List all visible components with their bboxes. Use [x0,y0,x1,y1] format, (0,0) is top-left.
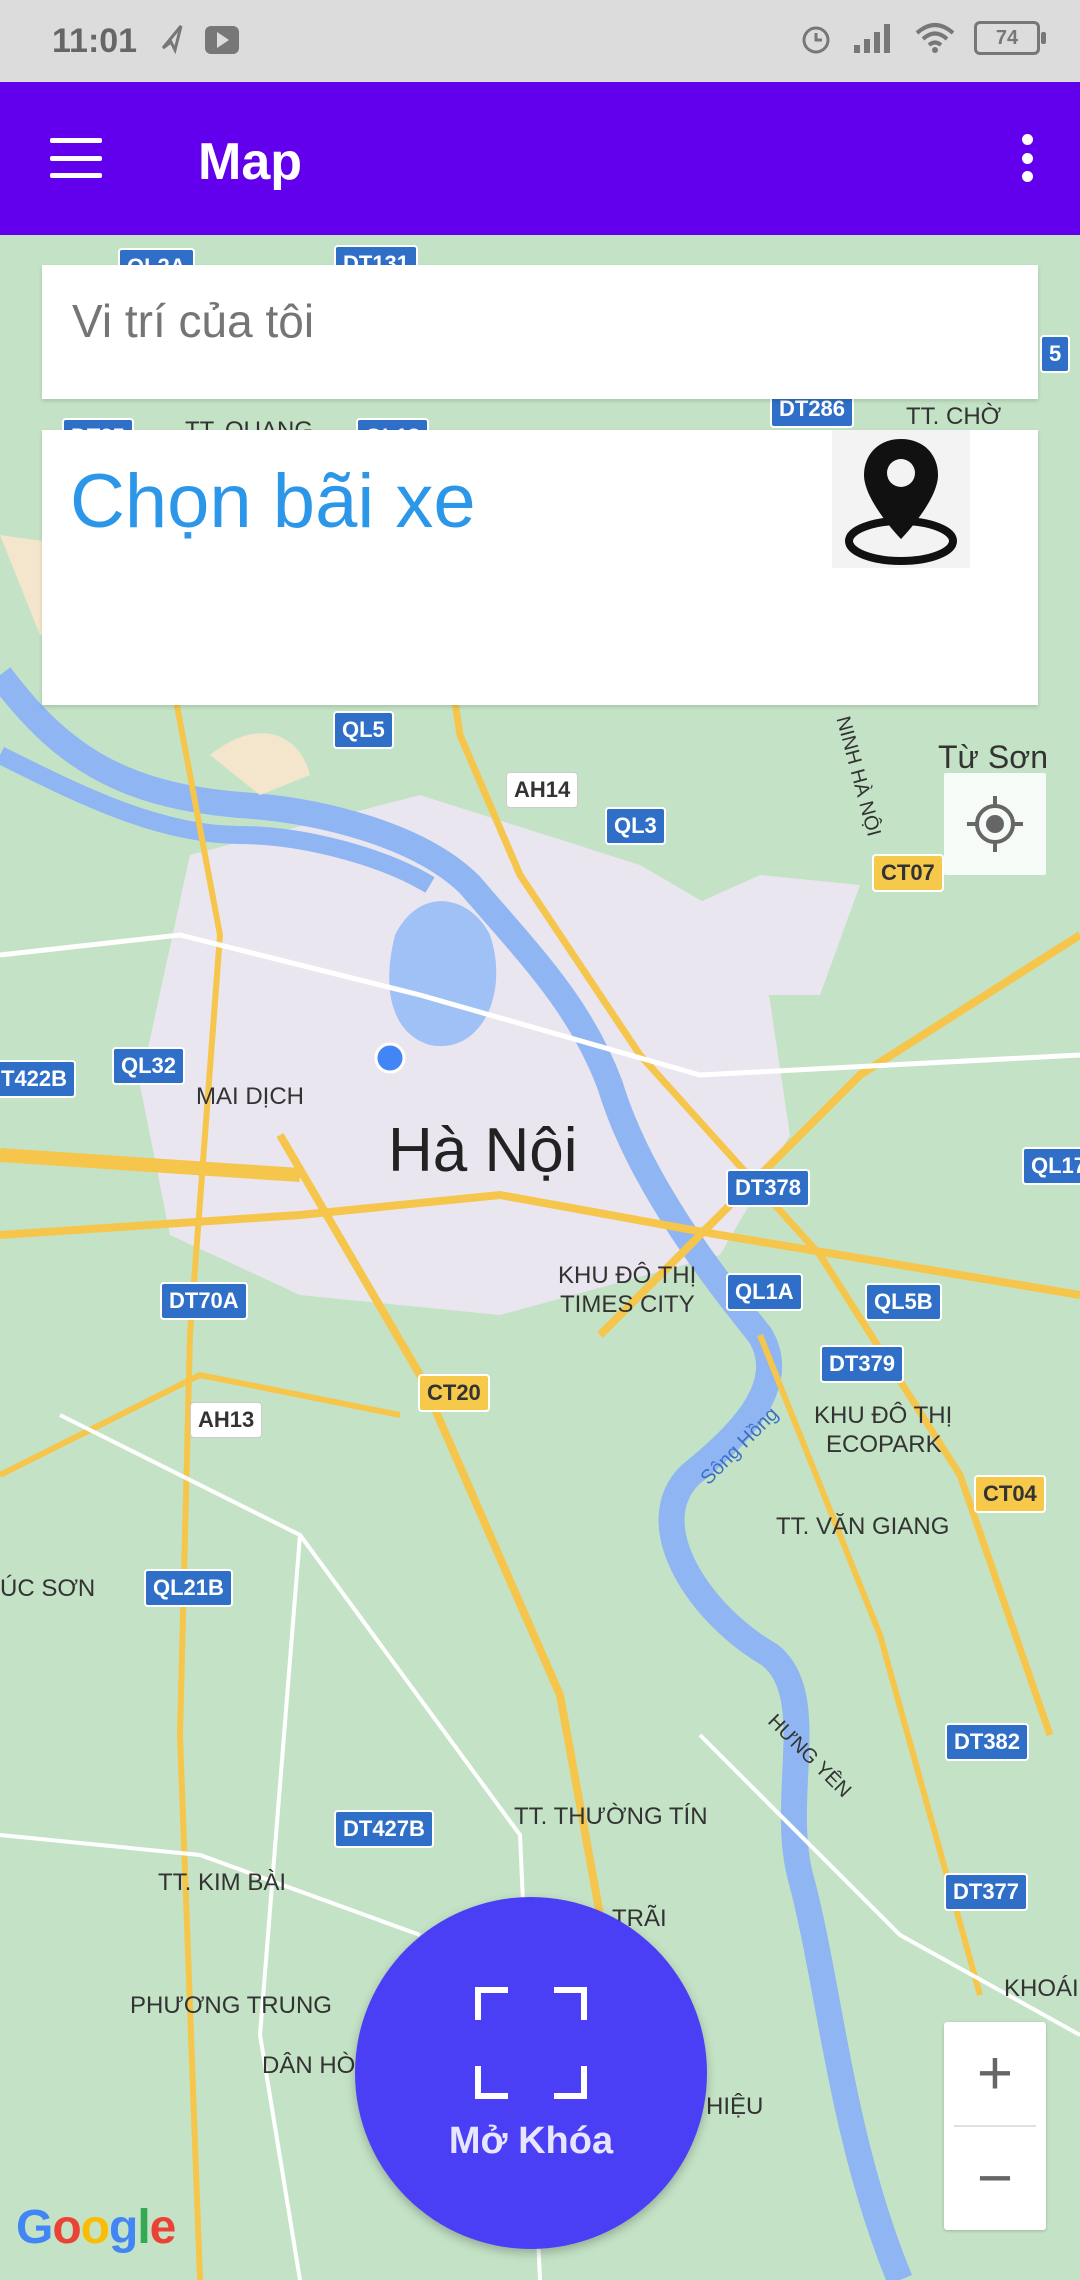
road-badge: QL5 [333,711,394,749]
location-pin-icon [845,439,957,565]
choose-parking-label: Chọn bãi xe [70,459,476,544]
place-label: ECOPARK [826,1431,942,1458]
place-label: PHƯƠNG TRUNG [130,1992,332,2019]
place-label: TT. KIM BÀI [158,1869,287,1896]
my-location-button[interactable] [944,773,1046,875]
navigation-icon [161,25,183,55]
road-badge: CT07 [872,854,944,892]
battery-indicator: 74 [974,21,1046,55]
road-badge: QL21B [144,1569,233,1607]
place-label: DÂN HÒ [262,2052,356,2079]
place-label: Từ Sơn [938,739,1048,775]
signal-icon [854,24,890,53]
road-badge: DT427B [334,1810,434,1848]
road-badge: AH13 [190,1402,263,1438]
road-badge: T422B [0,1060,77,1098]
parking-card[interactable]: Chọn bãi xe [42,430,1038,705]
city-label: Hà Nội [388,1116,578,1185]
road-badge: QL32 [112,1047,186,1085]
road-badge: DT382 [945,1723,1030,1761]
place-label: TT. CHỜ [906,403,1002,430]
road-badge: DT70A [160,1282,248,1320]
place-label: KHU ĐÔ THỊ [558,1262,697,1289]
status-right-icons: 74 [798,20,1046,56]
place-label: KHU ĐÔ THỊ [814,1402,953,1429]
place-label: TIMES CITY [560,1291,695,1318]
zoom-out-button[interactable]: − [944,2127,1046,2230]
zoom-controls: + − [944,2022,1046,2230]
road-badge: DT378 [726,1169,811,1207]
wifi-icon [915,23,955,53]
road-badge: DT379 [820,1345,905,1383]
app-bar: Map [0,82,1080,235]
location-pin-button[interactable] [832,430,970,568]
place-label: TT. THƯỜNG TÍN [514,1803,708,1830]
my-location-input[interactable] [70,293,974,349]
menu-icon[interactable] [50,138,102,178]
road-badge: DT377 [944,1873,1029,1911]
road-badge: QL3 [605,807,666,845]
unlock-label: Mở Khóa [448,2119,614,2162]
more-options-icon[interactable] [1020,134,1034,182]
google-logo: Google [16,2201,176,2254]
alarm-icon [802,26,830,54]
road-badge: QL17 [1022,1147,1080,1185]
road-badge: CT20 [418,1374,490,1412]
crosshair-icon [967,796,1023,852]
place-label: TT. VĂN GIANG [776,1513,950,1540]
place-label: MAI DỊCH [196,1083,304,1110]
road-badge: CT04 [974,1475,1046,1513]
status-bar: 11:01 74 [0,0,1080,82]
status-time: 11:01 [52,22,138,60]
place-label: ÚC SƠN [0,1575,96,1602]
app-title: Map [198,133,302,191]
place-label: KHOÁI [1004,1975,1079,2002]
road-badge: QL5B [865,1283,942,1321]
road-badge: 5 [1040,335,1071,373]
road-badge: QL1A [726,1273,803,1311]
unlock-button[interactable]: Mở Khóa [355,1897,707,2249]
search-box[interactable] [42,265,1038,399]
road-badge: AH14 [506,772,579,808]
status-left-icons [155,20,245,65]
place-label: HIỆU [706,2093,764,2120]
scan-frame-icon [475,1986,587,2099]
zoom-in-button[interactable]: + [944,2022,1046,2125]
